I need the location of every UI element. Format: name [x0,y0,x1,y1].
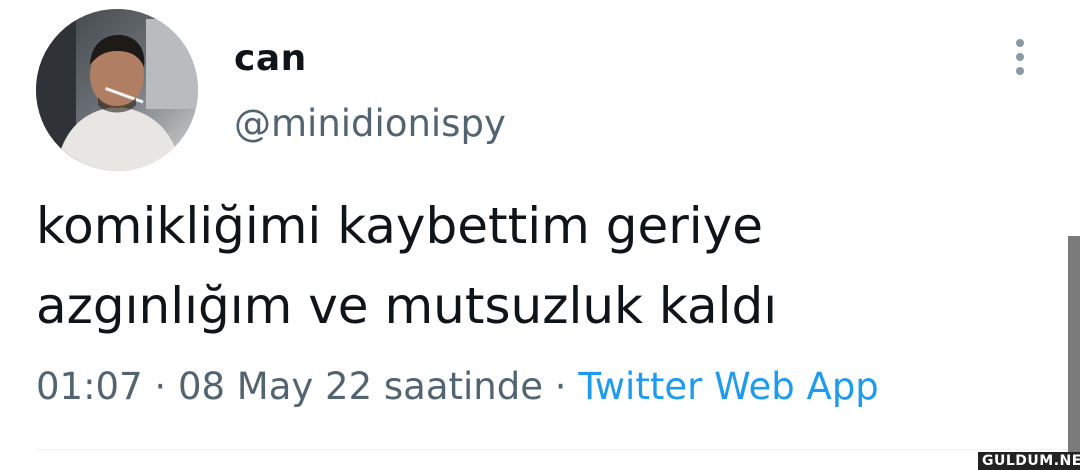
tweet-date[interactable]: 08 May 22 [178,365,372,408]
separator: · [154,365,167,408]
more-options-icon[interactable] [1006,36,1034,80]
tweet-date-suffix: saatinde [383,365,544,408]
tweet-text: komikliğimi kaybettim geriye azgınlığım … [36,186,1036,346]
profile-photo-icon [36,9,198,171]
tweet-time[interactable]: 01:07 [36,365,143,408]
tweet-text-line: azgınlığım ve mutsuzluk kaldı [36,277,778,335]
scrollbar[interactable] [1068,236,1080,470]
tweet-source-link[interactable]: Twitter Web App [578,365,878,408]
watermark-logo: GULDUM.NET [978,452,1080,470]
display-name[interactable]: can [234,36,307,82]
separator: · [554,365,567,408]
divider [36,449,1080,450]
user-handle[interactable]: @minidionispy [234,100,506,148]
tweet-metadata: 01:07 · 08 May 22 saatinde · Twitter Web… [36,362,879,412]
avatar[interactable] [36,9,198,171]
tweet-text-line: komikliğimi kaybettim geriye [36,197,764,255]
